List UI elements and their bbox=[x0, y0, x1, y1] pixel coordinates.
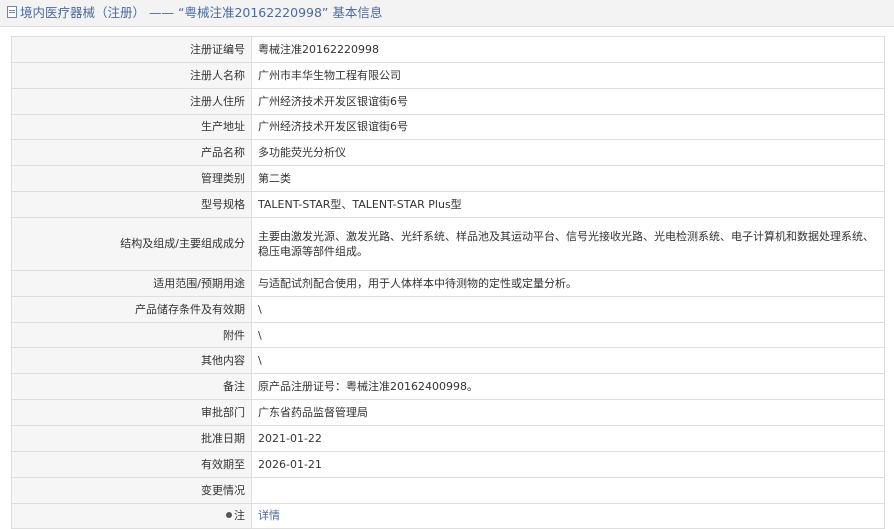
row-label: 管理类别 bbox=[11, 165, 252, 193]
note-label-cell: 注 bbox=[11, 502, 252, 529]
table-row: 附件 \ bbox=[11, 321, 885, 349]
row-value: 多功能荧光分析仪 bbox=[251, 139, 885, 167]
row-label: 注册人名称 bbox=[11, 61, 252, 89]
row-value: 广东省药品监督管理局 bbox=[251, 399, 885, 426]
row-value: 第二类 bbox=[251, 165, 885, 193]
row-label: 附件 bbox=[11, 321, 252, 349]
row-label: 适用范围/预期用途 bbox=[11, 269, 252, 297]
row-value: 广州市丰华生物工程有限公司 bbox=[251, 61, 885, 89]
row-label: 注册人住所 bbox=[11, 87, 252, 115]
row-value: 原产品注册证号：粤械注准20162400998。 bbox=[251, 373, 885, 401]
table-row: 管理类别 第二类 bbox=[11, 165, 885, 193]
row-label: 注册证编号 bbox=[11, 36, 252, 63]
table-row: 批准日期 2021-01-22 bbox=[11, 424, 885, 452]
header-separator: —— bbox=[145, 5, 178, 20]
table-row: 注册人名称 广州市丰华生物工程有限公司 bbox=[11, 61, 885, 89]
table-row: 适用范围/预期用途 与适配试剂配合使用，用于人体样本中待测物的定性或定量分析。 bbox=[11, 269, 885, 297]
table-row: 备注 原产品注册证号：粤械注准20162400998。 bbox=[11, 373, 885, 401]
row-value: 2021-01-22 bbox=[251, 424, 885, 452]
table-row: 产品名称 多功能荧光分析仪 bbox=[11, 139, 885, 167]
row-value: TALENT-STAR型、TALENT-STAR Plus型 bbox=[251, 191, 885, 218]
row-label: 审批部门 bbox=[11, 399, 252, 426]
row-label: 变更情况 bbox=[11, 476, 252, 504]
table-row: 产品储存条件及有效期 \ bbox=[11, 295, 885, 323]
note-value-cell: 详情 bbox=[251, 502, 885, 529]
details-link[interactable]: 详情 bbox=[258, 509, 280, 522]
row-label: 有效期至 bbox=[11, 450, 252, 478]
row-label: 生产地址 bbox=[11, 113, 252, 141]
row-label: 备注 bbox=[11, 373, 252, 401]
row-value: 粤械注准20162220998 bbox=[251, 36, 885, 63]
row-value: 广州经济技术开发区银谊街6号 bbox=[251, 87, 885, 115]
table-row: 审批部门 广东省药品监督管理局 bbox=[11, 399, 885, 426]
table-row: 型号规格 TALENT-STAR型、TALENT-STAR Plus型 bbox=[11, 191, 885, 218]
row-label: 结构及组成/主要组成成分 bbox=[11, 216, 252, 271]
row-value: \ bbox=[251, 295, 885, 323]
row-value: \ bbox=[251, 347, 885, 375]
detail-table: 注册证编号 粤械注准20162220998 注册人名称 广州市丰华生物工程有限公… bbox=[11, 36, 885, 529]
document-icon bbox=[7, 6, 17, 18]
row-label: 产品名称 bbox=[11, 139, 252, 167]
table-row: 注 详情 bbox=[11, 502, 885, 529]
row-value: 2026-01-21 bbox=[251, 450, 885, 478]
table-row: 有效期至 2026-01-21 bbox=[11, 450, 885, 478]
row-label: 注 bbox=[234, 509, 245, 523]
row-value: 广州经济技术开发区银谊街6号 bbox=[251, 113, 885, 141]
header-title: “粤械注准20162220998” 基本信息 bbox=[177, 5, 383, 20]
table-row: 其他内容 \ bbox=[11, 347, 885, 375]
table-row: 结构及组成/主要组成成分 主要由激发光源、激发光路、光纤系统、样品池及其运动平台… bbox=[11, 216, 885, 271]
row-value: 与适配试剂配合使用，用于人体样本中待测物的定性或定量分析。 bbox=[251, 269, 885, 297]
row-value: \ bbox=[251, 321, 885, 349]
row-value bbox=[251, 476, 885, 504]
row-value: 主要由激发光源、激发光路、光纤系统、样品池及其运动平台、信号光接收光路、光电检测… bbox=[251, 216, 885, 271]
page-header: 境内医疗器械（注册） —— “粤械注准20162220998” 基本信息 bbox=[0, 0, 894, 27]
row-label: 其他内容 bbox=[11, 347, 252, 375]
header-prefix: 境内医疗器械（注册） bbox=[20, 5, 146, 20]
row-label: 产品储存条件及有效期 bbox=[11, 295, 252, 323]
table-row: 变更情况 bbox=[11, 476, 885, 504]
row-label: 批准日期 bbox=[11, 424, 252, 452]
bullet-icon bbox=[226, 512, 232, 519]
table-row: 生产地址 广州经济技术开发区银谊街6号 bbox=[11, 113, 885, 141]
row-label: 型号规格 bbox=[11, 191, 252, 218]
table-row: 注册证编号 粤械注准20162220998 bbox=[11, 36, 885, 63]
table-row: 注册人住所 广州经济技术开发区银谊街6号 bbox=[11, 87, 885, 115]
